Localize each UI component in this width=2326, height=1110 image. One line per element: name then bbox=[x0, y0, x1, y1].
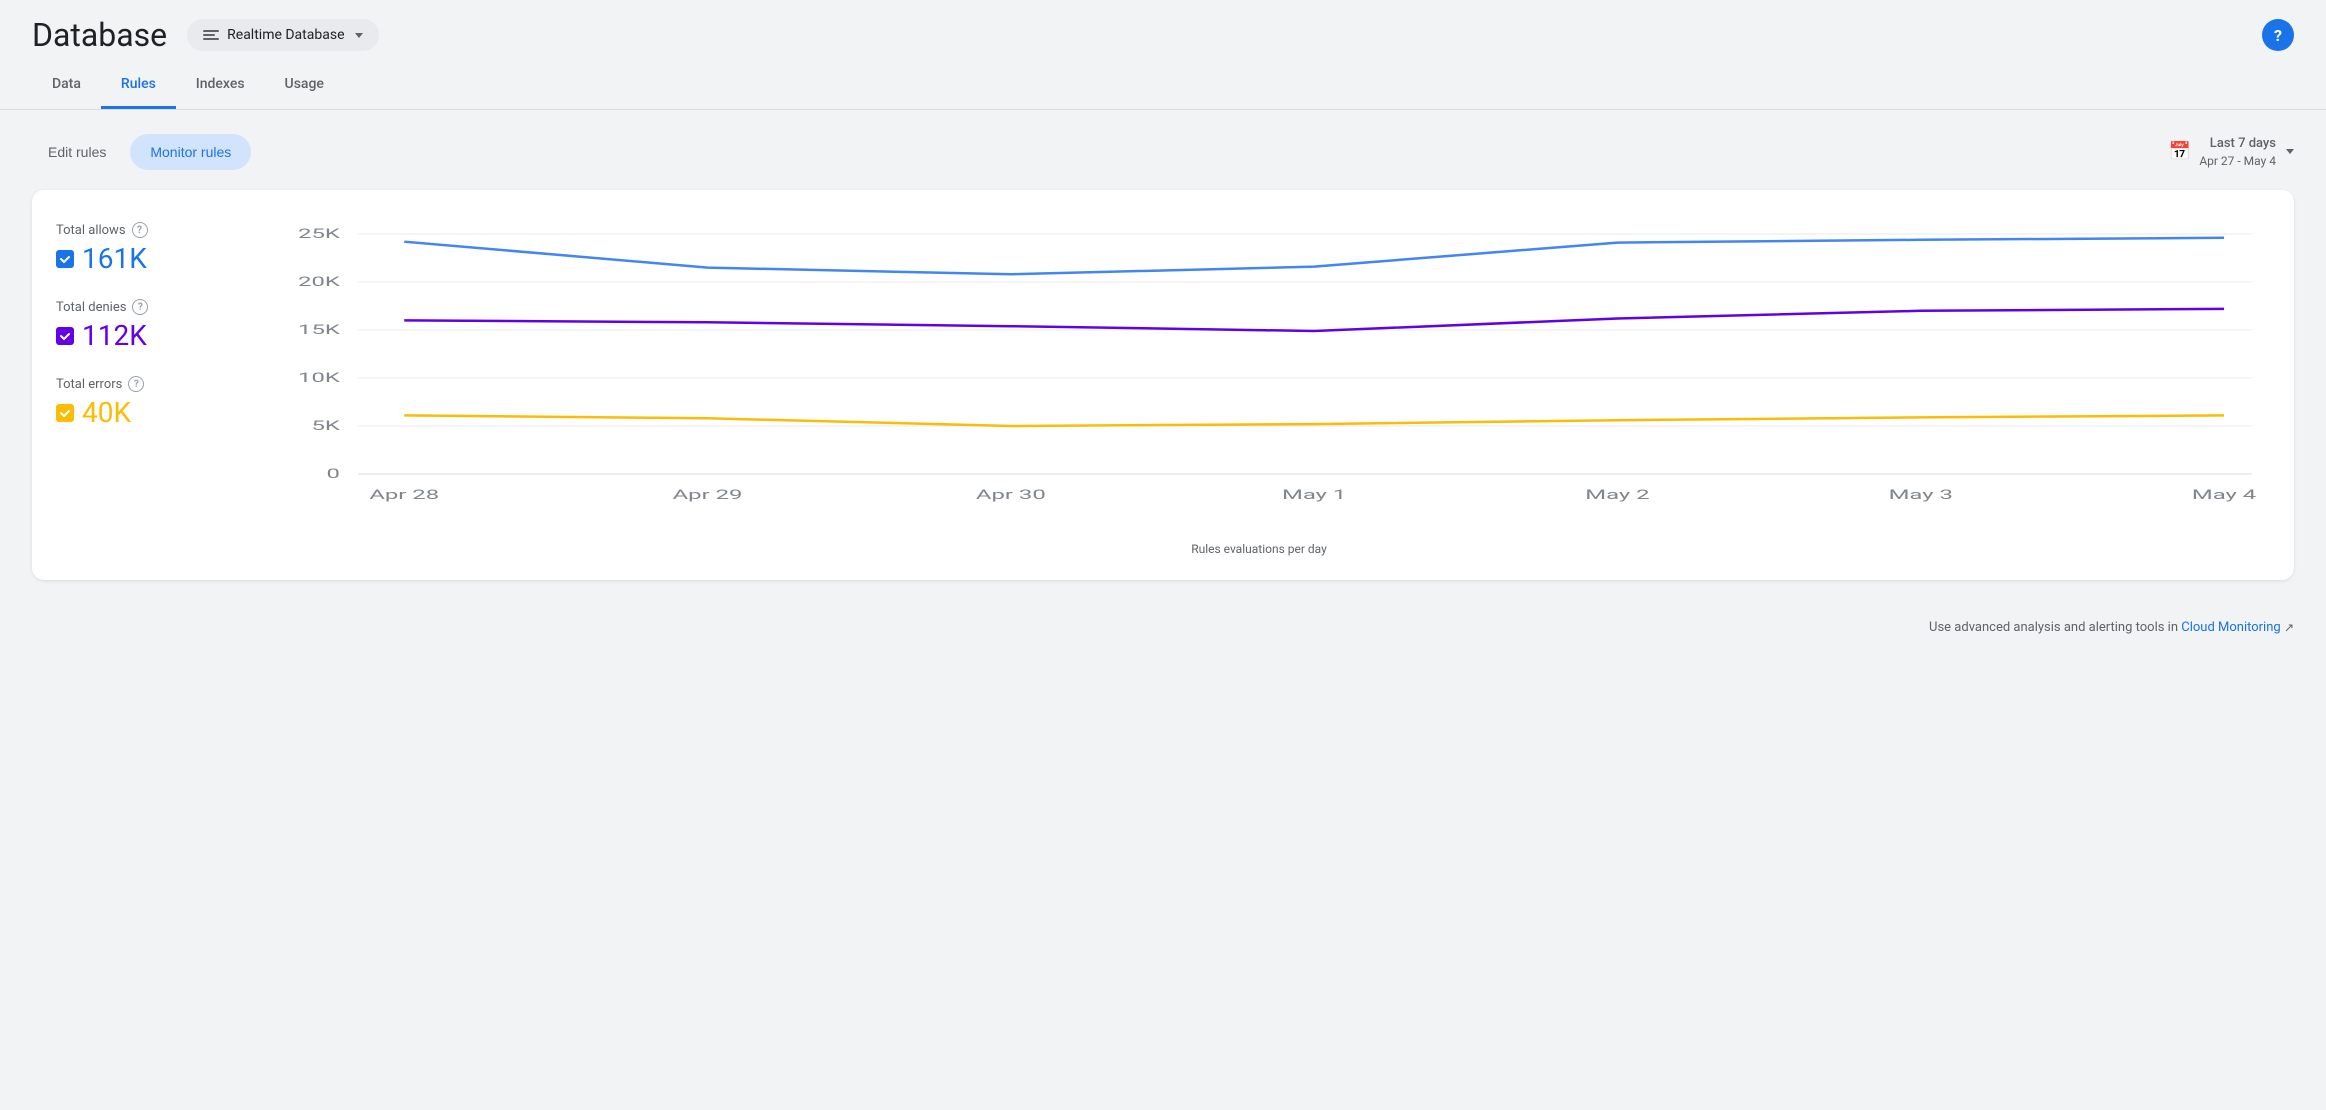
line-chart: 25K 20K 15K 10K 5K 0 Apr 28 Apr 29 Apr 3… bbox=[248, 214, 2270, 534]
main-content: Edit rules Monitor rules 📅 Last 7 days A… bbox=[0, 110, 2326, 604]
toolbar-left: Edit rules Monitor rules bbox=[32, 134, 251, 170]
legend-label-denies: Total denies bbox=[56, 300, 126, 315]
chart-legend: Total allows ? 161K bbox=[56, 214, 216, 556]
allows-line bbox=[404, 238, 2224, 274]
legend-item-denies: Total denies ? 112K bbox=[56, 299, 216, 352]
chevron-down-icon bbox=[355, 33, 363, 38]
denies-value: 112K bbox=[82, 319, 147, 352]
tab-indexes[interactable]: Indexes bbox=[176, 62, 265, 109]
chart-container: Total allows ? 161K bbox=[56, 214, 2270, 556]
svg-text:20K: 20K bbox=[298, 274, 341, 290]
db-selector-icon bbox=[203, 30, 219, 40]
svg-text:May 1: May 1 bbox=[1282, 487, 1346, 503]
monitor-rules-button[interactable]: Monitor rules bbox=[130, 134, 251, 170]
tab-bar: Data Rules Indexes Usage bbox=[0, 62, 2326, 110]
calendar-icon: 📅 bbox=[2169, 141, 2191, 162]
svg-text:May 3: May 3 bbox=[1889, 487, 1953, 503]
help-button[interactable]: ? bbox=[2262, 19, 2294, 51]
legend-item-errors: Total errors ? 40K bbox=[56, 376, 216, 429]
page-title: Database bbox=[32, 16, 167, 54]
chart-card: Total allows ? 161K bbox=[32, 190, 2294, 580]
allows-help-icon[interactable]: ? bbox=[132, 222, 148, 238]
tab-usage[interactable]: Usage bbox=[265, 62, 344, 109]
tab-rules[interactable]: Rules bbox=[101, 62, 176, 109]
svg-text:Apr 29: Apr 29 bbox=[673, 487, 743, 503]
legend-label-allows: Total allows bbox=[56, 223, 126, 238]
legend-label-errors: Total errors bbox=[56, 377, 122, 392]
denies-help-icon[interactable]: ? bbox=[132, 299, 148, 315]
svg-text:10K: 10K bbox=[298, 370, 341, 386]
edit-rules-button[interactable]: Edit rules bbox=[32, 134, 122, 170]
errors-help-icon[interactable]: ? bbox=[128, 376, 144, 392]
toolbar: Edit rules Monitor rules 📅 Last 7 days A… bbox=[32, 134, 2294, 170]
date-range-dates: Apr 27 - May 4 bbox=[2199, 153, 2276, 170]
svg-text:25K: 25K bbox=[298, 226, 341, 242]
legend-item-allows: Total allows ? 161K bbox=[56, 222, 216, 275]
svg-text:Apr 30: Apr 30 bbox=[976, 487, 1046, 503]
denies-checkbox[interactable] bbox=[56, 327, 74, 345]
footer: Use advanced analysis and alerting tools… bbox=[0, 604, 2326, 651]
date-range-selector[interactable]: 📅 Last 7 days Apr 27 - May 4 bbox=[2169, 135, 2294, 170]
svg-text:May 2: May 2 bbox=[1585, 487, 1650, 503]
svg-text:May 4: May 4 bbox=[2192, 487, 2257, 503]
date-range-text: Last 7 days Apr 27 - May 4 bbox=[2199, 135, 2276, 170]
date-range-chevron-icon bbox=[2286, 149, 2294, 154]
svg-text:5K: 5K bbox=[311, 418, 341, 434]
svg-text:Apr 28: Apr 28 bbox=[369, 487, 439, 503]
allows-checkbox[interactable] bbox=[56, 250, 74, 268]
svg-text:0: 0 bbox=[326, 466, 339, 482]
cloud-monitoring-link[interactable]: Cloud Monitoring bbox=[2181, 620, 2280, 635]
errors-checkbox[interactable] bbox=[56, 404, 74, 422]
chart-x-label: Rules evaluations per day bbox=[248, 542, 2270, 556]
denies-line bbox=[404, 309, 2224, 331]
date-range-label: Last 7 days bbox=[2199, 135, 2276, 153]
errors-value: 40K bbox=[82, 396, 131, 429]
tab-data[interactable]: Data bbox=[32, 62, 101, 109]
errors-line bbox=[404, 415, 2224, 426]
svg-text:15K: 15K bbox=[298, 322, 341, 338]
allows-value: 161K bbox=[82, 242, 147, 275]
db-selector-button[interactable]: Realtime Database bbox=[187, 19, 378, 51]
footer-text: Use advanced analysis and alerting tools… bbox=[1929, 620, 2181, 635]
db-selector-label: Realtime Database bbox=[227, 27, 344, 43]
chart-area: 25K 20K 15K 10K 5K 0 Apr 28 Apr 29 Apr 3… bbox=[248, 214, 2270, 556]
external-link-icon: ↗ bbox=[2284, 621, 2294, 635]
